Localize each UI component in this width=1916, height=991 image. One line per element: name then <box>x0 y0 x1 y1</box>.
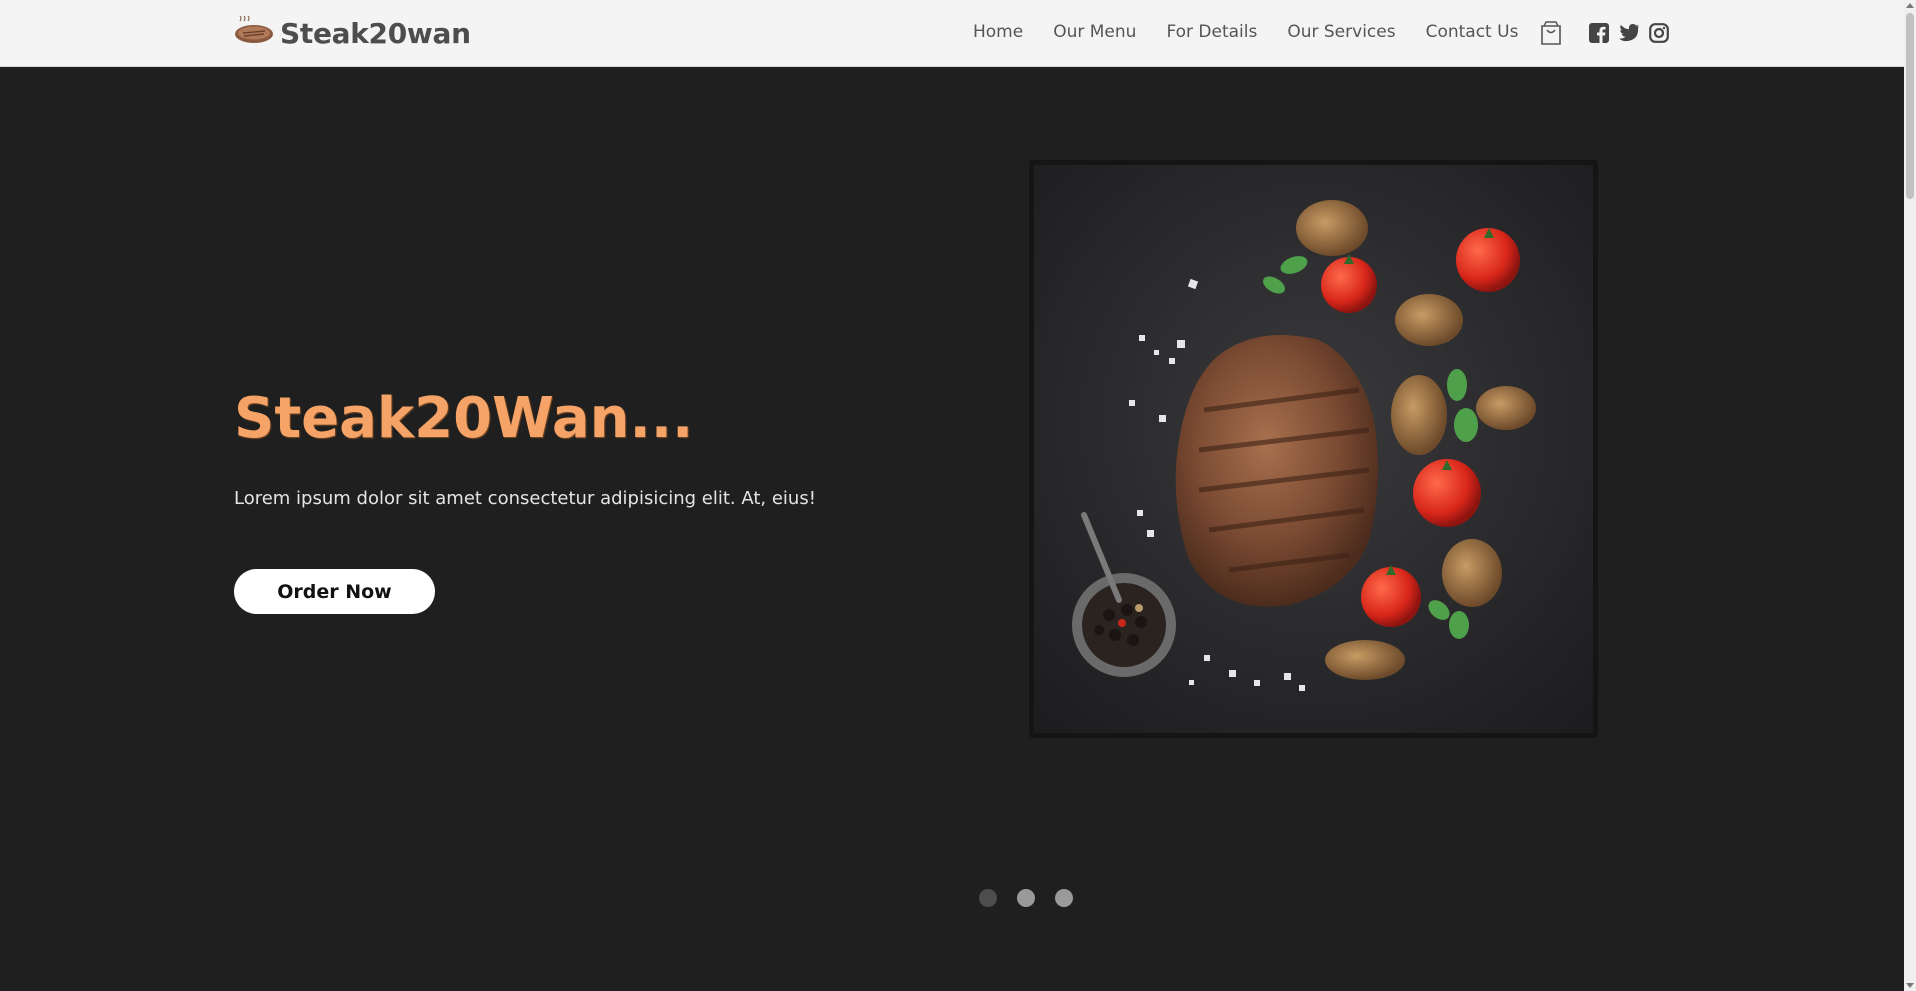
navbar: Steak20wan Home Our Menu For Details Our… <box>0 0 1904 67</box>
nav-icons <box>1538 19 1676 47</box>
nav-link-contact-us[interactable]: Contact Us <box>1426 22 1519 42</box>
nav-link-our-services[interactable]: Our Services <box>1287 22 1395 42</box>
order-now-button[interactable]: Order Now <box>234 569 435 614</box>
scroll-up-arrow-icon[interactable] <box>1906 3 1914 8</box>
carousel-dot[interactable] <box>979 889 997 907</box>
facebook-icon[interactable] <box>1586 19 1612 47</box>
steak-logo-icon <box>234 15 274 51</box>
twitter-icon[interactable] <box>1616 19 1642 47</box>
main-nav: Home Our Menu For Details Our Services C… <box>973 22 1518 42</box>
grilled-steak-on-slate-photo <box>1029 160 1598 738</box>
carousel-dot[interactable] <box>1055 889 1073 907</box>
nav-link-our-menu[interactable]: Our Menu <box>1053 22 1136 42</box>
brand-logo[interactable]: Steak20wan <box>234 15 471 51</box>
hero-description: Lorem ipsum dolor sit amet consectetur a… <box>234 488 816 509</box>
scroll-down-arrow-icon[interactable] <box>1906 983 1914 988</box>
nav-link-home[interactable]: Home <box>973 22 1023 42</box>
scroll-thumb[interactable] <box>1906 13 1914 199</box>
carousel-indicators <box>979 889 1073 907</box>
instagram-icon[interactable] <box>1646 19 1672 47</box>
page-scrollbar[interactable] <box>1904 0 1916 991</box>
shopping-bag-icon[interactable] <box>1538 19 1564 47</box>
carousel-dot[interactable] <box>1017 889 1035 907</box>
hero-title: Steak20Wan... <box>234 386 694 451</box>
nav-link-for-details[interactable]: For Details <box>1166 22 1257 42</box>
brand-name: Steak20wan <box>280 16 471 50</box>
